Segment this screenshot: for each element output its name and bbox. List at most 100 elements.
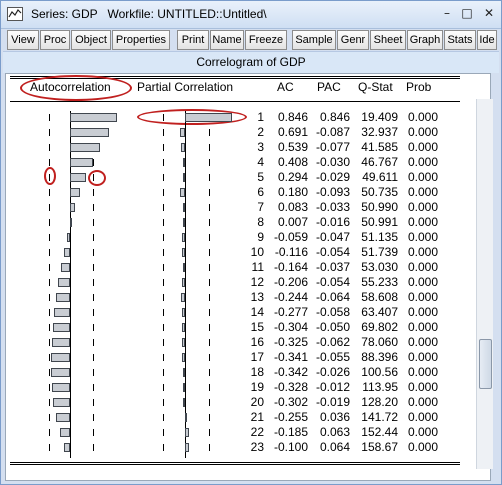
ac-band-left: [49, 279, 50, 286]
pac-band-left: [163, 369, 164, 376]
ac-band-right: [93, 234, 94, 241]
freeze-button[interactable]: Freeze: [245, 30, 287, 50]
pac-bar: [183, 383, 185, 392]
ac-band-right: [93, 279, 94, 286]
pac-band-left: [163, 204, 164, 211]
object-button[interactable]: Object: [71, 30, 111, 50]
ac-band-right: [93, 159, 94, 166]
pac-cell: -0.016: [315, 215, 350, 229]
ac-cell: -0.341: [273, 350, 308, 364]
qstat-cell: 41.585: [361, 140, 398, 154]
pac-band-right: [209, 339, 210, 346]
stats-button[interactable]: Stats: [444, 30, 476, 50]
pac-band-right: [209, 174, 210, 181]
pac-cell: -0.033: [315, 200, 350, 214]
ac-band-left: [49, 264, 50, 271]
header-partial-correlation: Partial Correlation: [137, 80, 234, 94]
ac-cell: -0.100: [273, 440, 308, 454]
qstat-cell: 51.739: [361, 245, 398, 259]
lag-cell: 18: [250, 365, 264, 379]
ac-band-left: [49, 399, 50, 406]
scrollbar-thumb[interactable]: [479, 339, 492, 389]
pac-bar: [185, 443, 189, 452]
ac-bar: [66, 233, 70, 242]
lag-cell: 6: [257, 185, 264, 199]
ac-band-left: [49, 249, 50, 256]
genr-button[interactable]: Genr: [337, 30, 369, 50]
lag-cell: 13: [250, 290, 264, 304]
prob-cell: 0.000: [407, 215, 438, 229]
qstat-cell: 46.767: [361, 155, 398, 169]
ac-cell: -0.328: [273, 380, 308, 394]
ac-cell: 0.846: [277, 110, 308, 124]
pac-band-left: [163, 384, 164, 391]
pac-cell: -0.055: [315, 350, 350, 364]
ac-band-left: [49, 114, 50, 121]
pac-bar: [185, 413, 188, 422]
ac-band-left: [49, 354, 50, 361]
prob-cell: 0.000: [407, 245, 438, 259]
pac-band-left: [163, 339, 164, 346]
title-bar[interactable]: Series: GDP Workfile: UNTITLED::Untitled…: [1, 1, 501, 29]
pac-band-left: [163, 414, 164, 421]
ident-button[interactable]: Ide: [477, 30, 497, 50]
pac-band-right: [209, 234, 210, 241]
correlogram-title: Correlogram of GDP: [196, 55, 306, 69]
minimize-button[interactable]: –: [439, 6, 455, 22]
ac-band-right: [93, 324, 94, 331]
name-button[interactable]: Name: [210, 30, 244, 50]
ac-cell: -0.277: [273, 305, 308, 319]
sheet-button[interactable]: Sheet: [370, 30, 406, 50]
ac-band-left: [49, 429, 50, 436]
ac-bar: [70, 203, 75, 212]
pac-cell: -0.037: [315, 260, 350, 274]
window-title: Series: GDP Workfile: UNTITLED::Untitled…: [31, 7, 267, 21]
prob-cell: 0.000: [407, 410, 438, 424]
pac-band-right: [209, 324, 210, 331]
ac-cell: -0.116: [274, 245, 308, 259]
proc-button[interactable]: Proc: [40, 30, 70, 50]
prob-cell: 0.000: [407, 425, 438, 439]
ac-band-right: [93, 219, 94, 226]
sample-button[interactable]: Sample: [292, 30, 336, 50]
pac-band-right: [209, 369, 210, 376]
ac-bar: [70, 188, 81, 197]
view-button[interactable]: View: [7, 30, 39, 50]
ac-band-right: [93, 294, 94, 301]
qstat-cell: 53.030: [361, 260, 398, 274]
header-ac: AC: [277, 80, 294, 94]
ac-cell: -0.206: [273, 275, 308, 289]
ac-bar: [56, 293, 70, 302]
prob-cell: 0.000: [407, 155, 438, 169]
qstat-cell: 113.95: [362, 380, 398, 394]
properties-button[interactable]: Properties: [112, 30, 170, 50]
lag-cell: 2: [257, 125, 264, 139]
pac-cell: -0.064: [315, 290, 350, 304]
view-header: Correlogram of GDP: [3, 51, 499, 73]
pac-bar: [183, 218, 185, 227]
ac-bar: [70, 128, 109, 137]
pac-band-left: [163, 309, 164, 316]
prob-cell: 0.000: [407, 260, 438, 274]
pac-band-right: [209, 309, 210, 316]
lag-cell: 19: [250, 380, 264, 394]
qstat-cell: 69.802: [361, 320, 398, 334]
pac-band-left: [163, 159, 164, 166]
pac-band-left: [163, 279, 164, 286]
pac-band-left: [163, 354, 164, 361]
prob-cell: 0.000: [407, 140, 438, 154]
ac-band-left: [49, 234, 50, 241]
close-button[interactable]: ✕: [481, 6, 497, 22]
print-button[interactable]: Print: [177, 30, 209, 50]
pac-band-right: [209, 354, 210, 361]
qstat-cell: 51.135: [361, 230, 398, 244]
pac-cell: -0.026: [315, 365, 350, 379]
maximize-button[interactable]: □: [459, 6, 475, 22]
prob-cell: 0.000: [407, 185, 438, 199]
ac-bar: [70, 113, 118, 122]
pac-band-right: [209, 279, 210, 286]
vertical-scrollbar[interactable]: [476, 99, 493, 469]
qstat-cell: 152.44: [361, 425, 398, 439]
graph-button[interactable]: Graph: [407, 30, 443, 50]
prob-cell: 0.000: [407, 365, 438, 379]
